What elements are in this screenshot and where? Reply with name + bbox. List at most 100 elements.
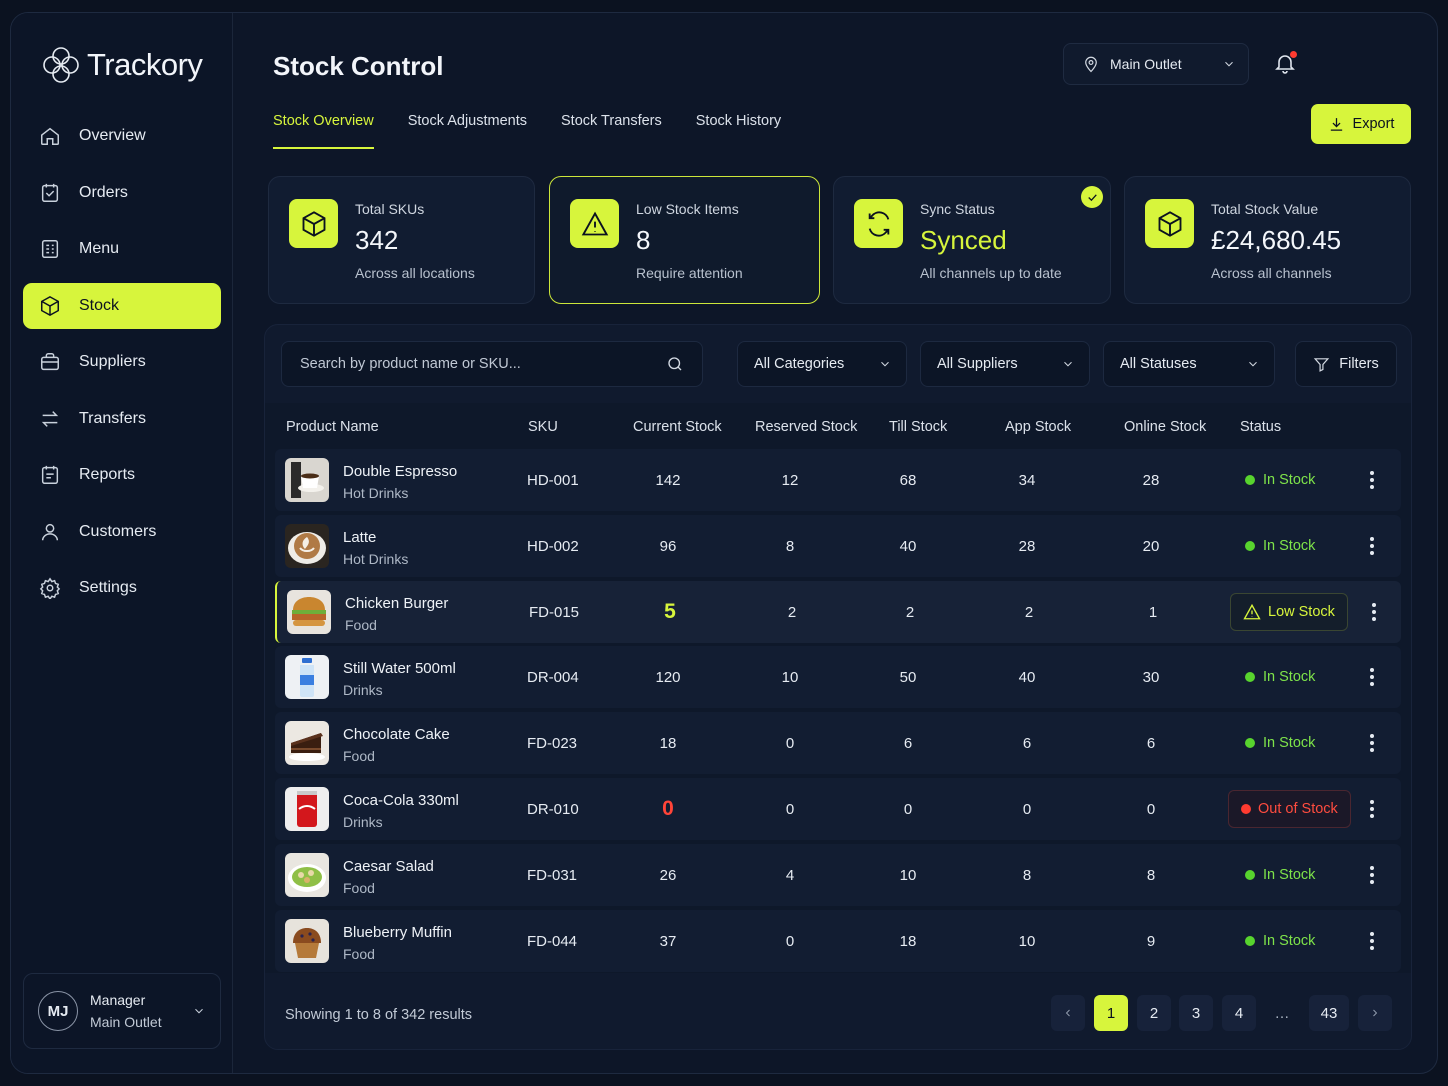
status-dot — [1245, 935, 1255, 946]
product-name: Blueberry Muffin — [343, 923, 452, 941]
sidebar-item-suppliers[interactable]: Suppliers — [23, 339, 221, 385]
column-header[interactable]: Status — [1240, 419, 1281, 435]
search-input[interactable] — [300, 356, 666, 372]
sidebar-item-settings[interactable]: Settings — [23, 565, 221, 611]
pagination-prev-button[interactable] — [1051, 995, 1085, 1031]
table-row[interactable]: Blueberry Muffin Food FD-044 37 0 18 10 9 In Sto… — [275, 909, 1401, 972]
table-row[interactable]: Chicken Burger Food FD-015 5 2 2 2 1 Low Stock — [275, 580, 1401, 643]
check-icon — [1081, 186, 1103, 208]
table-row[interactable]: Still Water 500ml Drinks DR-004 120 10 50 40 30… — [275, 646, 1401, 709]
tab-stock-transfers[interactable]: Stock Transfers — [561, 113, 662, 149]
supplier-filter[interactable]: All Suppliers — [920, 341, 1090, 387]
sidebar-item-orders[interactable]: Orders — [23, 170, 221, 216]
product-name: Latte — [343, 528, 377, 546]
chevron-down-icon — [1225, 61, 1233, 67]
sidebar-item-label: Stock — [79, 296, 120, 314]
row-actions-icon[interactable] — [1361, 864, 1383, 886]
sidebar-item-transfers[interactable]: Transfers — [23, 396, 221, 442]
outlet-select-value: Main Outlet — [1110, 56, 1182, 72]
status-text: Low Stock — [1268, 603, 1335, 620]
row-actions-icon[interactable] — [1363, 601, 1385, 623]
table-row[interactable]: Coca-Cola 330ml Drinks DR-010 0 0 0 0 0 Out of S… — [275, 778, 1401, 840]
table-row[interactable]: Caesar Salad Food FD-031 26 4 10 8 8 In Stock — [275, 843, 1401, 906]
sidebar-item-overview[interactable]: Overview — [23, 113, 221, 159]
pagination-page-button[interactable]: 1 — [1094, 995, 1128, 1031]
status-filter[interactable]: All Statuses — [1103, 341, 1275, 387]
filters-button[interactable]: Filters — [1295, 341, 1397, 387]
app-stock-cell: 10 — [1018, 932, 1036, 950]
reserved-stock-cell: 12 — [781, 472, 799, 489]
sidebar-item-label: Reports — [79, 466, 136, 483]
tab-stock-adjustments[interactable]: Stock Adjustments — [408, 113, 527, 149]
reserved-stock-cell: 0 — [785, 932, 795, 950]
export-button[interactable]: Export — [1311, 104, 1411, 144]
user-menu[interactable]: MJ Manager Main Outlet — [23, 973, 221, 1049]
menu-icon — [41, 240, 59, 258]
sidebar-item-stock[interactable]: Stock — [23, 282, 221, 329]
column-header[interactable]: Till Stock — [889, 419, 947, 435]
column-header[interactable]: Reserved Stock — [755, 419, 857, 435]
user-location: Main Outlet — [90, 1014, 162, 1030]
product-name: Double Espresso — [343, 463, 458, 480]
app-stock-cell: 6 — [1022, 735, 1032, 753]
sku-cell: DR-010 — [527, 801, 579, 818]
search-box[interactable] — [281, 341, 703, 387]
column-header[interactable]: Current Stock — [633, 419, 722, 435]
product-name: Still Water 500ml — [343, 660, 456, 678]
row-actions-icon[interactable] — [1361, 469, 1383, 491]
pagination-page-button[interactable]: 4 — [1222, 995, 1256, 1031]
status-dot — [1241, 804, 1251, 814]
product-category: Hot Drinks — [343, 550, 409, 567]
column-header[interactable]: Online Stock — [1124, 419, 1206, 435]
online-stock-cell: 8 — [1146, 866, 1156, 884]
row-actions-icon[interactable] — [1361, 732, 1383, 754]
row-actions-icon[interactable] — [1361, 930, 1383, 952]
till-stock-cell: 0 — [903, 801, 913, 818]
box-icon — [302, 210, 325, 237]
reserved-stock-cell: 10 — [781, 669, 799, 687]
row-actions-icon[interactable] — [1361, 798, 1383, 820]
pagination-page-button[interactable]: 3 — [1179, 995, 1213, 1031]
product-category: Food — [343, 879, 375, 896]
outlet-select[interactable]: Main Outlet — [1063, 43, 1249, 85]
product-category: Food — [343, 748, 375, 765]
pagination-page-button[interactable]: 43 — [1309, 995, 1349, 1031]
table-row[interactable]: Latte Hot Drinks HD-002 96 8 40 28 20 In Stock — [275, 514, 1401, 577]
column-header[interactable]: App Stock — [1005, 419, 1071, 435]
search-icon[interactable] — [666, 355, 684, 373]
status-text: In Stock — [1263, 537, 1316, 554]
notifications-button[interactable] — [1273, 51, 1299, 79]
column-header[interactable]: SKU — [528, 419, 558, 435]
till-stock-cell: 18 — [899, 932, 917, 950]
stat-card-low-stock[interactable]: Low Stock Items 8 Require attention — [549, 176, 820, 304]
status-dot — [1245, 738, 1255, 749]
brand-logo[interactable]: Trackory — [39, 43, 203, 87]
column-header[interactable]: Product Name — [286, 419, 379, 435]
row-actions-icon[interactable] — [1361, 666, 1383, 688]
product-thumbnail — [285, 852, 329, 897]
suppliers-icon — [41, 353, 59, 371]
online-stock-cell: 20 — [1142, 537, 1160, 555]
category-filter[interactable]: All Categories — [737, 341, 907, 387]
table-row[interactable]: Chocolate Cake Food FD-023 18 0 6 6 6 In Stock — [275, 712, 1401, 775]
export-label: Export — [1352, 116, 1395, 132]
stat-label: Total SKUs — [355, 201, 425, 217]
table-row[interactable]: Double Espresso Hot Drinks HD-001 142 12 68 34… — [275, 449, 1401, 511]
sidebar-item-customers[interactable]: Customers — [23, 509, 221, 555]
tab-stock-history[interactable]: Stock History — [696, 113, 781, 149]
pagination-next-button[interactable] — [1358, 995, 1392, 1031]
status-text: In Stock — [1263, 472, 1316, 488]
pagination-page-button[interactable]: 2 — [1137, 995, 1171, 1031]
app-stock-cell: 28 — [1018, 537, 1036, 555]
app-stock-cell: 0 — [1022, 801, 1032, 818]
sidebar-item-menu[interactable]: Menu — [23, 226, 221, 272]
avatar: MJ — [38, 991, 78, 1031]
row-actions-icon[interactable] — [1361, 535, 1383, 557]
category-filter-value: All Categories — [754, 356, 845, 372]
chevron-right-icon — [1373, 1009, 1378, 1017]
sku-cell: HD-001 — [527, 472, 579, 489]
sidebar-item-reports[interactable]: Reports — [23, 452, 221, 498]
page-title: Stock Control — [273, 51, 444, 81]
app-stock-cell: 2 — [1024, 603, 1034, 621]
tab-stock-overview[interactable]: Stock Overview — [273, 113, 374, 149]
